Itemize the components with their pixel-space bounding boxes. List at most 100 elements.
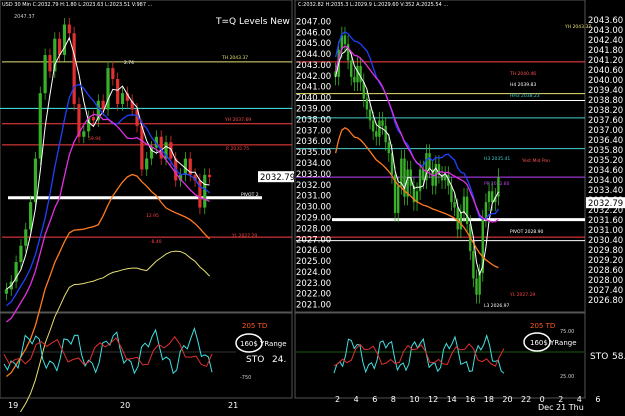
y-tick-right-label: 2031.00: [588, 226, 623, 236]
y-tick-right-label: 2029.20: [588, 256, 623, 266]
right-x-label: 6: [595, 395, 600, 404]
y-tick-label: 2027.00: [296, 235, 331, 245]
candle-body: [484, 202, 488, 219]
candle-body: [456, 207, 459, 230]
y-tick-right-label: 2040.60: [588, 66, 623, 76]
candle-body: [359, 65, 362, 83]
right-sto-value: 58.: [612, 352, 625, 362]
y-tick-label: 2032.00: [296, 181, 331, 191]
y-tick-right-label: 2042.40: [588, 36, 623, 46]
candle-body: [381, 120, 384, 126]
y-tick-right-label: 2041.20: [588, 56, 623, 66]
candle-body: [462, 196, 466, 214]
right-level-label: H3 2035.41: [484, 156, 510, 162]
right-x-label: 16: [465, 395, 475, 404]
left-top-price: 2047.37: [14, 14, 35, 20]
y-tick-label: 2031.00: [296, 192, 331, 202]
left-price-panel: [0, 0, 293, 313]
y-tick-label: 2043.00: [296, 61, 331, 71]
right-x-label: 12: [428, 395, 438, 404]
candle-body: [478, 272, 481, 295]
y-tick-right-label: 2037.60: [588, 116, 623, 126]
candle-body: [43, 55, 47, 94]
y-tick-right-label: 2026.80: [588, 296, 623, 306]
candle-body: [453, 202, 456, 208]
y-tick-label: 2029.00: [296, 213, 331, 223]
candle-body: [428, 153, 431, 170]
y-tick-label: 2040.00: [296, 94, 331, 104]
y-tick-right-label: 2037.00: [588, 126, 623, 136]
left-level-label: YL 2027.29: [231, 233, 257, 239]
left-level-label: PIVOT 2: [241, 192, 259, 198]
y-tick-label: 2030.00: [296, 203, 331, 213]
y-tick-label: 2033.00: [296, 170, 331, 180]
candle-body: [24, 229, 28, 246]
y-tick-label: 2045.00: [296, 39, 331, 49]
right-x-label: 8: [391, 395, 396, 404]
right-level-label: YL 2027.29: [509, 292, 535, 298]
candle-body: [487, 191, 491, 203]
candle-body: [62, 24, 67, 56]
right-sto-tick-bottom: 25.00: [560, 374, 574, 380]
candle-body: [353, 76, 356, 83]
y-tick-right-label: 2029.80: [588, 246, 623, 256]
right-level-label: Yest Mid Pon: [521, 158, 550, 164]
candle-body: [72, 33, 76, 105]
candle-body: [418, 169, 422, 192]
left-td-label: 205 TD: [242, 322, 267, 330]
y-tick-label: 2025.00: [296, 257, 331, 267]
candle-body: [378, 120, 381, 137]
y-tick-right-label: 2039.40: [588, 86, 623, 96]
y-tick-right-label: 2030.40: [588, 236, 623, 246]
y-tick-right-label: 2036.40: [588, 136, 623, 146]
left-x-label: 19: [8, 401, 18, 410]
candle-body: [350, 60, 353, 77]
candle-body: [400, 158, 403, 186]
y-tick-right-label: 2038.80: [588, 96, 623, 106]
y-tick-label: 2024.00: [296, 268, 331, 278]
right-level-label: PP 2032.80: [484, 181, 510, 187]
right-x-label: 20: [502, 395, 512, 404]
candle-body: [19, 245, 23, 263]
y-tick-label: 2047.00: [296, 17, 331, 27]
left-sto-tick: -750: [240, 375, 251, 381]
candle-body: [48, 55, 52, 72]
candle-body: [387, 142, 391, 154]
window-title: T=Q Levels New: [215, 17, 290, 27]
left-level-label: -8.40: [150, 239, 162, 245]
candle-body: [91, 117, 96, 121]
candle-body: [67, 24, 71, 34]
y-tick-right-label: 2038.20: [588, 106, 623, 116]
left-level-label: 59.94: [88, 136, 101, 142]
y-tick-label: 2022.00: [296, 290, 331, 300]
y-tick-right-label: 2034.00: [588, 176, 623, 186]
trading-chart-screen: TH 2043.37 YH 2037.69 R 2035.75 PIVOT 2 YL 2…: [0, 0, 625, 416]
left-level-label: R 2035.75: [226, 146, 249, 152]
y-tick-right-label: 2035.80: [588, 146, 623, 156]
left-level-label: TH 2043.37: [221, 55, 248, 61]
right-sto-tick-top: 75.00: [560, 329, 574, 335]
left-level-label: YH 2037.69: [224, 117, 251, 123]
candle-body: [29, 202, 33, 230]
right-x-label: 10: [409, 395, 419, 404]
candle-body: [4, 289, 9, 294]
candle-body: [38, 93, 42, 159]
y-tick-right-label: 2043.60: [588, 16, 623, 26]
candle-body: [120, 93, 125, 105]
right-x-label: 14: [447, 395, 457, 404]
y-tick-label: 2036.00: [296, 137, 331, 147]
y-tick-right-label: 2028.60: [588, 266, 623, 276]
right-td-label: 205 TD: [530, 322, 555, 330]
candle-body: [490, 191, 494, 203]
left-yrange-label: 160$ YRange: [240, 340, 287, 348]
right-header: C:2032.82 H:2035.3 L:2029.9 L:2029.60 V:…: [298, 2, 449, 8]
right-price-tag-text: 2032.79: [588, 199, 623, 209]
y-tick-label: 2042.00: [296, 72, 331, 82]
y-tick-label: 2021.00: [296, 301, 331, 311]
right-x-label: 2: [335, 395, 340, 404]
y-tick-right-label: 2031.60: [588, 216, 623, 226]
candle-body: [397, 185, 400, 214]
candle-body: [356, 65, 359, 83]
y-tick-right-label: 2041.80: [588, 46, 623, 56]
chart-canvas: TH 2043.37 YH 2037.69 R 2035.75 PIVOT 2 YL 2…: [0, 0, 625, 416]
